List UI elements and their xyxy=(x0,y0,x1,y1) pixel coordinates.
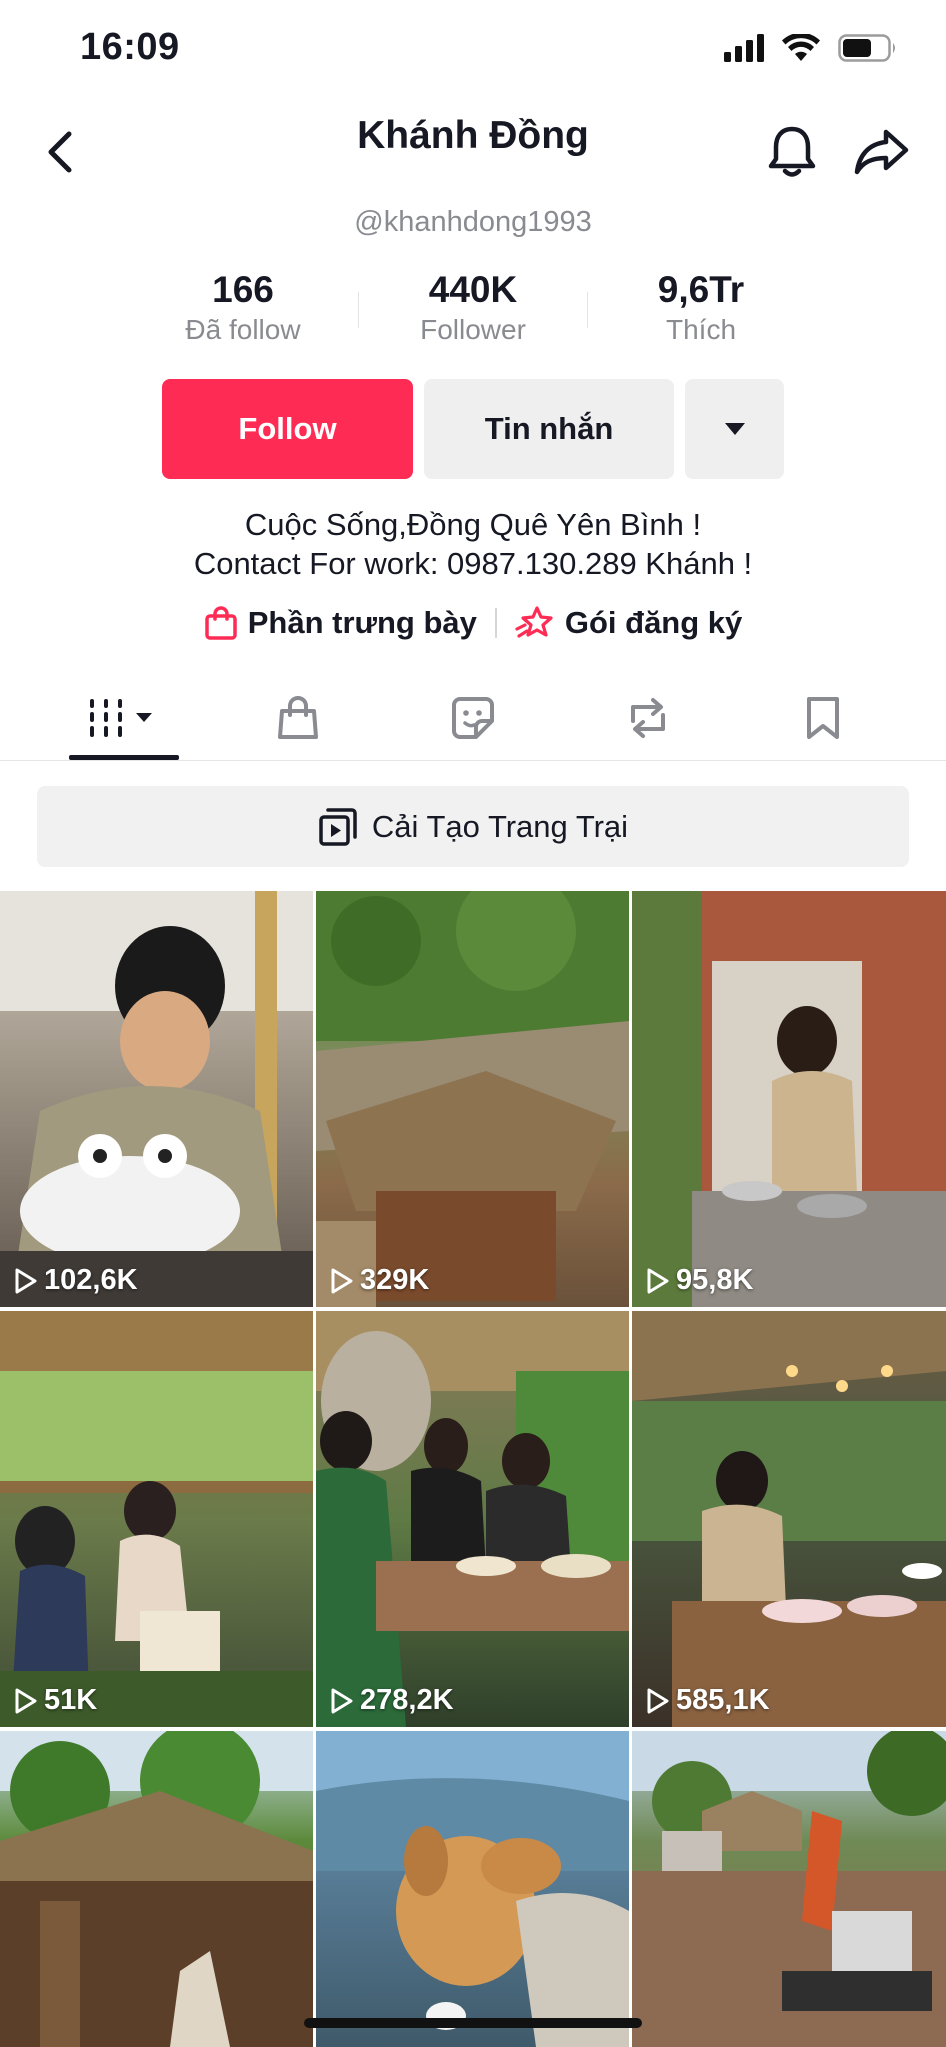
view-count-label: 95,8K xyxy=(676,1264,754,1296)
stat-value: 440K xyxy=(428,269,518,310)
play-icon xyxy=(647,1688,669,1713)
profile-header: Khánh Đồng xyxy=(0,100,946,200)
video-thumbnail[interactable]: 102,6K xyxy=(0,891,313,1307)
playlist-button[interactable]: Cải Tạo Trang Trại xyxy=(37,786,909,867)
stat-divider xyxy=(358,292,359,328)
bell-icon xyxy=(768,126,816,177)
play-icon xyxy=(15,1688,37,1713)
video-thumbnail[interactable] xyxy=(0,1731,313,2047)
video-scene-image xyxy=(316,891,629,1307)
profile-tabs xyxy=(0,675,946,761)
status-icons xyxy=(724,34,898,62)
tab-videos[interactable] xyxy=(36,675,212,761)
video-thumbnail[interactable] xyxy=(632,1731,946,2047)
view-count-label: 278,2K xyxy=(360,1684,454,1716)
stat-followers[interactable]: 440K Follower xyxy=(373,268,573,348)
play-icon xyxy=(331,1688,353,1713)
tab-active-indicator xyxy=(69,755,179,760)
video-thumbnail[interactable]: 329K xyxy=(316,891,629,1307)
share-arrow-icon xyxy=(854,129,909,175)
videos-grid-icon xyxy=(90,699,152,737)
cellular-signal-icon xyxy=(724,34,764,62)
view-count: 95,8K xyxy=(646,1264,753,1297)
bookmark-icon xyxy=(807,697,839,739)
caret-down-icon xyxy=(136,713,152,722)
playlist-icon xyxy=(319,807,357,846)
video-thumbnail[interactable]: 585,1K xyxy=(632,1311,946,1727)
stat-value: 9,6Tr xyxy=(657,269,745,310)
caret-down-icon xyxy=(724,423,745,435)
video-grid: 102,6K 329K 95,8K 51K 278,2K 585,1K xyxy=(0,891,946,2047)
video-scene-image xyxy=(0,891,313,1307)
profile-actions: Follow Tin nhắn xyxy=(0,379,946,479)
video-scene-image xyxy=(316,1731,629,2047)
video-scene-image xyxy=(632,1731,946,2047)
more-options-button[interactable] xyxy=(685,379,784,479)
play-icon xyxy=(331,1268,353,1293)
stat-value: 166 xyxy=(212,269,274,310)
profile-links: Phần trưng bày Gói đăng ký xyxy=(0,598,946,648)
message-button[interactable]: Tin nhắn xyxy=(424,379,674,479)
status-time: 16:09 xyxy=(80,26,180,68)
shopping-bag-icon xyxy=(204,606,237,640)
playlist-label: Cải Tạo Trang Trại xyxy=(371,808,629,844)
video-thumbnail[interactable]: 278,2K xyxy=(316,1311,629,1727)
profile-handle: @khanhdong1993 xyxy=(354,206,592,238)
view-count: 585,1K xyxy=(646,1684,770,1717)
view-count: 278,2K xyxy=(330,1684,454,1717)
stat-label: Follower xyxy=(420,314,526,345)
repost-icon xyxy=(631,698,665,738)
stat-following[interactable]: 166 Đã follow xyxy=(143,268,343,348)
video-thumbnail[interactable]: 51K xyxy=(0,1311,313,1727)
video-scene-image xyxy=(0,1731,313,2047)
tab-reposts[interactable] xyxy=(560,675,736,761)
follow-button[interactable]: Follow xyxy=(162,379,413,479)
video-thumbnail[interactable]: 95,8K xyxy=(632,891,946,1307)
view-count-label: 102,6K xyxy=(44,1264,138,1296)
tab-saved[interactable] xyxy=(735,675,911,761)
view-count-label: 329K xyxy=(360,1264,430,1296)
bio-line: Contact For work: 0987.130.289 Khánh ! xyxy=(193,546,753,581)
subscription-label: Gói đăng ký xyxy=(564,605,743,640)
video-scene-image xyxy=(632,891,946,1307)
stat-label: Thích xyxy=(665,314,737,345)
view-count: 102,6K xyxy=(14,1264,138,1297)
battery-icon xyxy=(838,34,895,62)
view-count: 329K xyxy=(330,1264,429,1297)
view-count: 51K xyxy=(14,1684,97,1717)
tab-stickers[interactable] xyxy=(385,675,561,761)
video-scene-image xyxy=(316,1311,629,1727)
shopping-bag-icon xyxy=(278,696,318,739)
share-button[interactable] xyxy=(850,122,914,182)
link-divider xyxy=(494,608,497,638)
video-scene-image xyxy=(632,1311,946,1727)
stat-likes[interactable]: 9,6Tr Thích xyxy=(601,268,801,348)
profile-bio: Cuộc Sống,Đồng Quê Yên Bình ! Contact Fo… xyxy=(0,505,946,583)
subscription-link[interactable]: Gói đăng ký xyxy=(515,605,742,641)
home-indicator xyxy=(304,2018,642,2028)
video-scene-image xyxy=(0,1311,313,1727)
profile-stats: 166 Đã follow 440K Follower 9,6Tr Thích xyxy=(0,268,946,358)
notification-button[interactable] xyxy=(762,122,822,182)
sticker-icon xyxy=(452,697,494,739)
showcase-label: Phần trưng bày xyxy=(247,605,477,640)
showcase-link[interactable]: Phần trưng bày xyxy=(204,605,477,641)
bio-line: Cuộc Sống,Đồng Quê Yên Bình ! xyxy=(244,507,702,542)
wifi-icon xyxy=(782,34,820,61)
video-thumbnail[interactable] xyxy=(316,1731,629,2047)
play-icon xyxy=(647,1268,669,1293)
status-bar: 16:09 xyxy=(0,0,946,100)
play-icon xyxy=(15,1268,37,1293)
star-ribbon-icon xyxy=(515,606,553,638)
stat-label: Đã follow xyxy=(185,314,301,345)
view-count-label: 585,1K xyxy=(676,1684,770,1716)
tab-shop[interactable] xyxy=(210,675,386,761)
stat-divider xyxy=(587,292,588,328)
view-count-label: 51K xyxy=(44,1684,98,1716)
